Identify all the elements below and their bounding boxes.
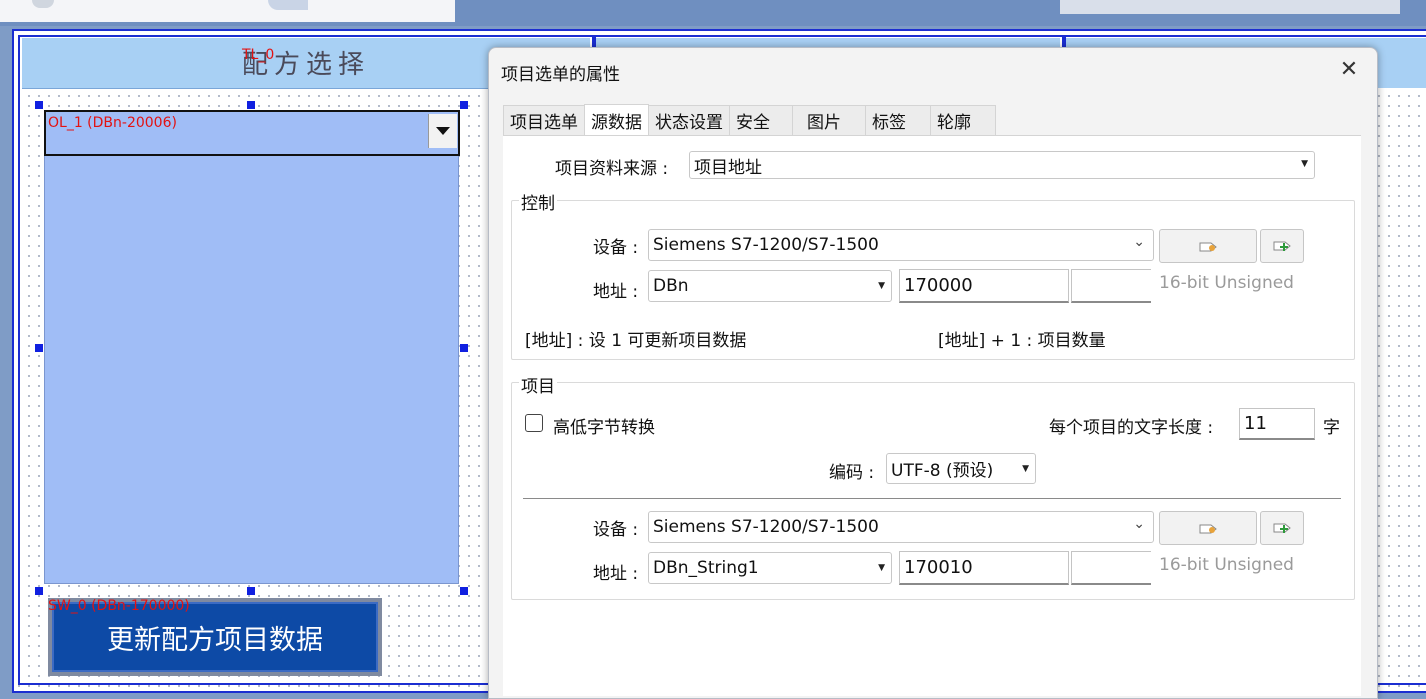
tab-bar: 项目选单 源数据 状态设置 安全 图片 标签 轮廓 — [503, 104, 996, 136]
text-length-label: 每个项目的文字长度 : — [1049, 418, 1214, 438]
tag-icon — [1199, 524, 1217, 534]
tab-source-data[interactable]: 源数据 — [584, 104, 649, 136]
text-object-label: TL_0 — [242, 47, 275, 63]
control-device-select[interactable]: Siemens S7-1200/S7-1500 ⌄ — [648, 229, 1154, 261]
editor-top-panel — [0, 0, 455, 22]
item-device-value: Siemens S7-1200/S7-1500 — [653, 517, 879, 537]
tab-label[interactable]: 标签 — [865, 105, 931, 135]
add-tag-icon — [1273, 523, 1291, 533]
resize-handle[interactable] — [35, 587, 43, 595]
control-note-left: [地址] : 设 1 可更新项目数据 — [525, 331, 747, 351]
resize-handle[interactable] — [35, 344, 43, 352]
control-address-type: DBn — [653, 276, 689, 296]
item-address-extra[interactable] — [1071, 551, 1151, 585]
add-tag-icon — [1273, 241, 1291, 251]
control-device-value: Siemens S7-1200/S7-1500 — [653, 235, 879, 255]
decor-shape — [268, 0, 308, 10]
tab-picture[interactable]: 图片 — [792, 105, 866, 135]
control-tag-button[interactable] — [1159, 229, 1257, 263]
option-list-label: OL_1 (DBn-20006) — [48, 115, 177, 131]
resize-handle[interactable] — [460, 587, 468, 595]
source-label: 项目资料来源 : — [555, 159, 669, 179]
select-arrow-icon: ▼ — [1301, 159, 1308, 169]
chevron-down-icon: ⌄ — [1133, 516, 1145, 532]
dropdown-arrow-icon[interactable] — [428, 114, 457, 148]
editor-top-bar — [0, 0, 1426, 26]
item-device-label: 设备 : — [593, 520, 639, 540]
control-legend: 控制 — [519, 189, 557, 214]
source-select[interactable]: 项目地址 ▼ — [689, 151, 1315, 179]
control-address-extra[interactable] — [1071, 269, 1151, 303]
select-arrow-icon: ▼ — [1022, 464, 1029, 474]
item-legend: 项目 — [519, 372, 557, 397]
item-address-type: DBn_String1 — [653, 558, 759, 578]
control-data-type: 16-bit Unsigned — [1159, 273, 1294, 293]
control-note-right: [地址] + 1 : 项目数量 — [938, 331, 1106, 351]
resize-handle[interactable] — [460, 344, 468, 352]
select-arrow-icon: ▼ — [878, 281, 885, 291]
top-field — [1060, 0, 1400, 14]
control-add-tag-button[interactable] — [1260, 229, 1304, 263]
close-icon[interactable]: ✕ — [1335, 56, 1363, 84]
item-add-tag-button[interactable] — [1260, 511, 1304, 545]
button-object-label: SW_0 (DBn-170000) — [48, 598, 190, 614]
encoding-value: UTF-8 (预设) — [891, 461, 994, 481]
control-address-type-select[interactable]: DBn ▼ — [648, 270, 892, 302]
item-data-type: 16-bit Unsigned — [1159, 555, 1294, 575]
encoding-label: 编码 : — [829, 463, 875, 483]
chevron-down-icon: ⌄ — [1133, 234, 1145, 250]
resize-handle[interactable] — [35, 101, 43, 109]
control-device-label: 设备 : — [593, 238, 639, 258]
item-address-input[interactable]: 170010 — [899, 551, 1069, 585]
text-length-unit: 字 — [1323, 418, 1340, 438]
encoding-select[interactable]: UTF-8 (预设) ▼ — [886, 453, 1036, 484]
separator — [523, 498, 1341, 499]
tab-item-list[interactable]: 项目选单 — [503, 105, 585, 135]
text-length-input[interactable]: 11 — [1239, 408, 1315, 440]
caret-down-icon — [436, 127, 450, 135]
resize-handle[interactable] — [247, 587, 255, 595]
dialog-title: 项目选单的属性 — [501, 65, 620, 85]
byte-swap-checkbox[interactable] — [525, 414, 543, 432]
tag-icon — [1199, 242, 1217, 252]
select-arrow-icon: ▼ — [878, 563, 885, 573]
resize-handle[interactable] — [460, 101, 468, 109]
tab-panel: 项目资料来源 : 项目地址 ▼ 控制 设备 : Siemens S7-1200/… — [503, 135, 1361, 696]
tab-state-settings[interactable]: 状态设置 — [648, 105, 730, 135]
byte-swap-label: 高低字节转换 — [553, 418, 655, 438]
item-tag-button[interactable] — [1159, 511, 1257, 545]
control-address-label: 地址 : — [593, 282, 639, 302]
option-list[interactable] — [44, 112, 459, 584]
control-address-input[interactable]: 170000 — [899, 269, 1069, 303]
tab-security[interactable]: 安全 — [729, 105, 793, 135]
item-address-type-select[interactable]: DBn_String1 ▼ — [648, 552, 892, 584]
item-address-label: 地址 : — [593, 564, 639, 584]
properties-dialog: 项目选单的属性 ✕ 项目选单 源数据 状态设置 安全 图片 标签 轮廓 项目资料… — [488, 47, 1378, 699]
source-select-value: 项目地址 — [694, 157, 762, 178]
resize-handle[interactable] — [247, 101, 255, 109]
item-device-select[interactable]: Siemens S7-1200/S7-1500 ⌄ — [648, 511, 1154, 543]
tab-outline[interactable]: 轮廓 — [930, 105, 996, 135]
